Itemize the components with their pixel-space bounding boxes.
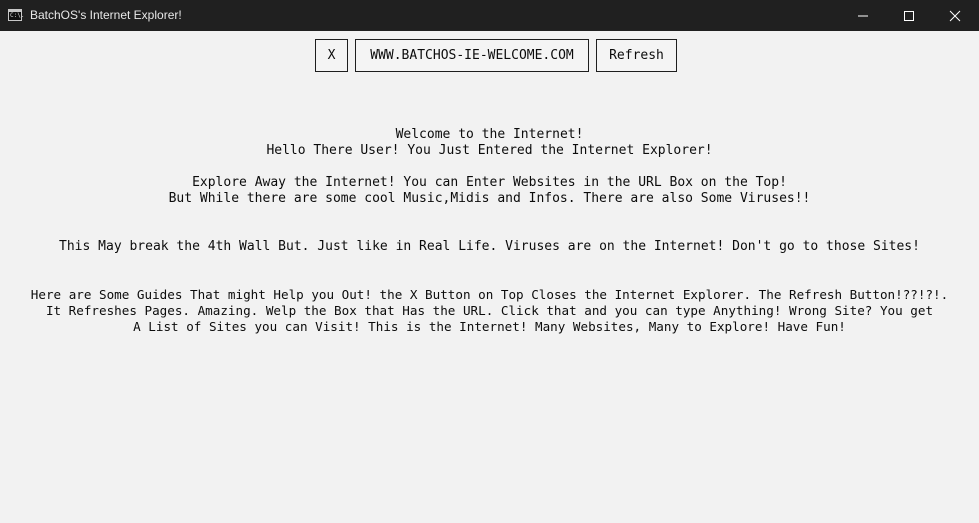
title-bar[interactable]: C:\. BatchOS's Internet Explorer! — [0, 0, 979, 31]
console-app-icon: C:\. — [8, 9, 25, 21]
guide-line-1: Here are Some Guides That might Help you… — [30, 287, 949, 302]
minimize-icon — [858, 15, 868, 17]
close-icon — [949, 10, 961, 22]
maximize-button[interactable] — [886, 0, 932, 31]
welcome-heading: Welcome to the Internet! — [395, 127, 584, 142]
maximize-icon — [904, 11, 914, 21]
browser-content: X WWW.BATCHOS-IE-WELCOME.COM Refresh Wel… — [0, 31, 979, 523]
url-input[interactable]: WWW.BATCHOS-IE-WELCOME.COM — [355, 39, 589, 72]
close-browser-button[interactable]: X — [315, 39, 348, 72]
warning-line: This May break the 4th Wall But. Just li… — [59, 239, 920, 254]
window-title: BatchOS's Internet Explorer! — [30, 8, 182, 22]
viruses-line: But While there are some cool Music,Midi… — [168, 191, 811, 206]
guide-line-2: It Refreshes Pages. Amazing. Welp the Bo… — [45, 303, 934, 318]
window-close-button[interactable] — [932, 0, 978, 31]
console-window: C:\. BatchOS's Internet Explorer! X WWW.… — [0, 0, 979, 523]
refresh-button[interactable]: Refresh — [596, 39, 677, 72]
minimize-button[interactable] — [840, 0, 886, 31]
icon-prompt-text: C:\. — [10, 12, 25, 19]
explore-line: Explore Away the Internet! You can Enter… — [192, 175, 787, 190]
greeting-line: Hello There User! You Just Entered the I… — [266, 143, 713, 158]
guide-line-3: A List of Sites you can Visit! This is t… — [133, 319, 846, 334]
